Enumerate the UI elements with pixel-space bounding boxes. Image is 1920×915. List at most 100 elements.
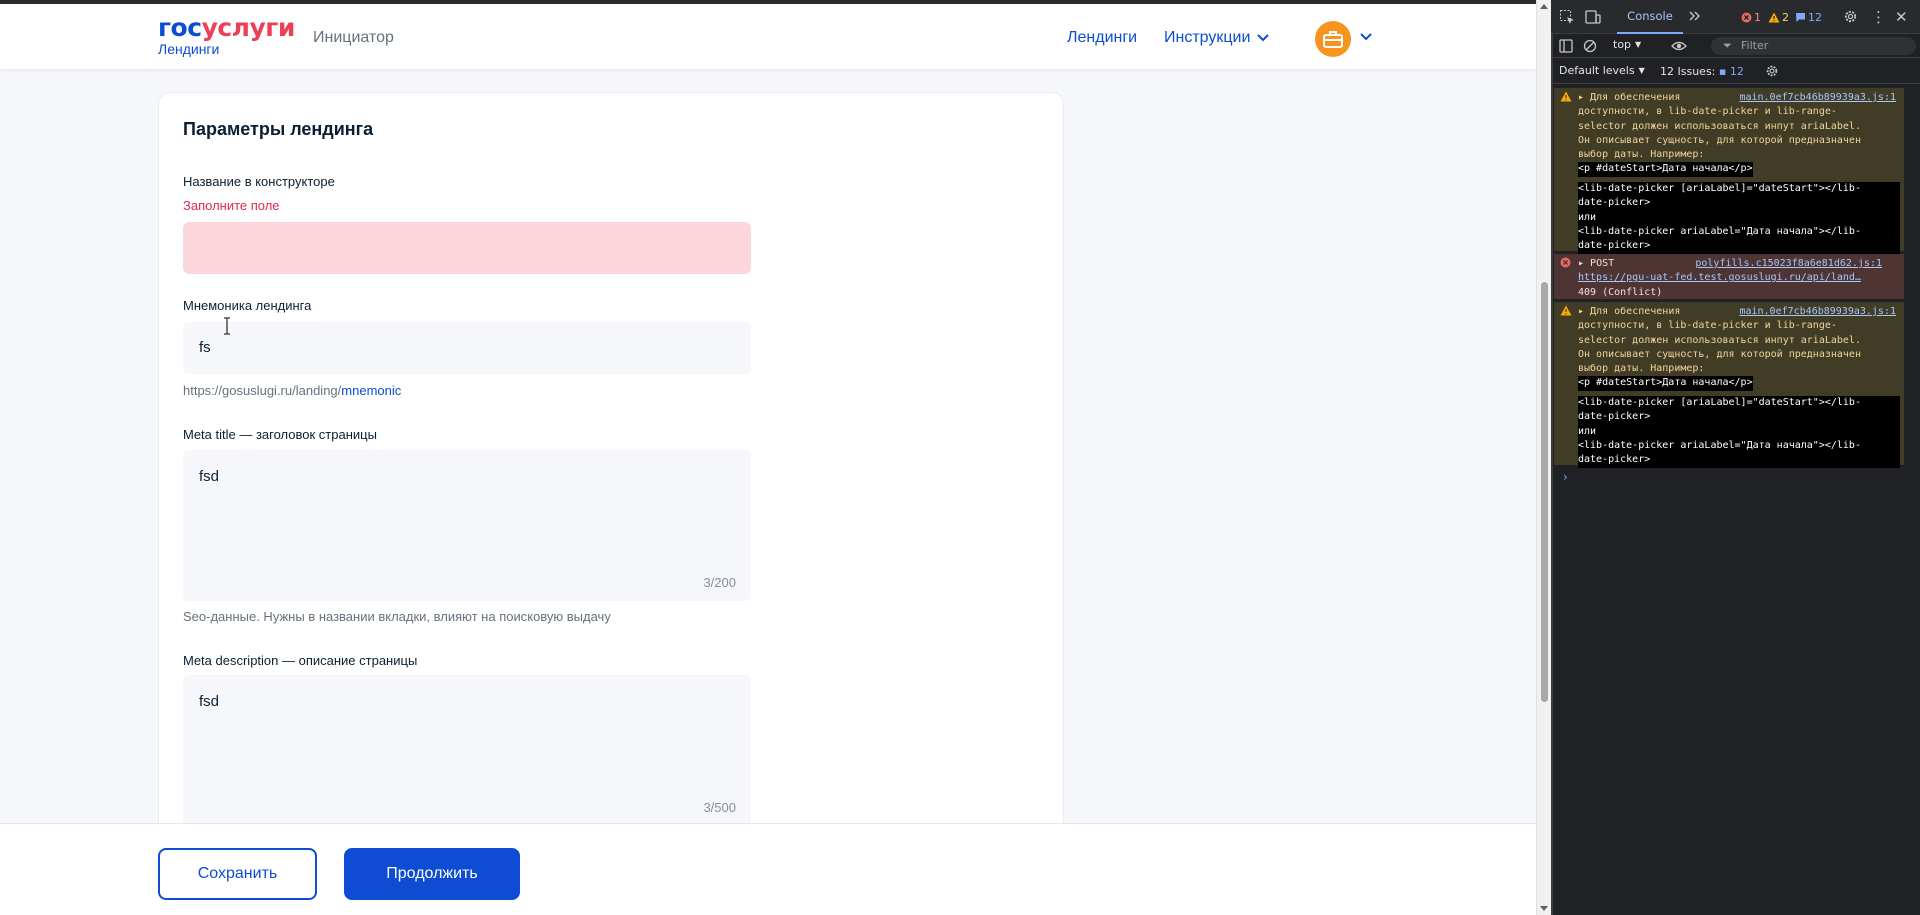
- console-message-warning[interactable]: main.0ef7cb46b89939a3.js:1 ▸ Для обеспеч…: [1554, 88, 1904, 254]
- meta-description-label: Meta description — описание страницы: [183, 653, 418, 668]
- settings-gear-icon[interactable]: [1843, 9, 1858, 28]
- issues-summary-badge: ▪ 12: [1718, 65, 1744, 78]
- meta-description-counter: 3/500: [703, 800, 736, 815]
- inspect-element-icon[interactable]: [1559, 9, 1575, 29]
- message-body: ▸ Для обеспечения доступности, в lib-dat…: [1578, 305, 1900, 468]
- url-mnemonic: mnemonic: [341, 383, 402, 398]
- issues-summary-count: 12: [1729, 65, 1744, 78]
- seo-hint: Seo-данные. Нужны в названии вкладки, вл…: [183, 609, 611, 624]
- console-prompt-chevron-icon[interactable]: ›: [1563, 470, 1568, 484]
- message-code-line: или: [1578, 210, 1900, 225]
- meta-title-textarea[interactable]: fsd 3/200: [183, 450, 751, 601]
- message-line: доступности, в lib-date-picker и lib-ran…: [1578, 320, 1837, 332]
- message-code-line: date-picker>: [1578, 196, 1900, 211]
- device-toolbar-icon[interactable]: [1585, 9, 1601, 29]
- meta-description-value: fsd: [199, 693, 220, 710]
- page-scrollbar[interactable]: [1536, 0, 1551, 915]
- message-line: selector должен использоваться инпут ari…: [1578, 120, 1861, 132]
- devtools-tabbar: Console 1 2 12 ⋮ ✕: [1551, 0, 1920, 34]
- warning-count-badge[interactable]: 2: [1768, 11, 1789, 24]
- warning-count: 2: [1782, 11, 1789, 24]
- message-text: Для обеспечения: [1590, 306, 1681, 317]
- message-code-line: <p #dateStart>Дата начала</p>: [1578, 376, 1753, 391]
- nav-landings-link[interactable]: Лендинги: [1067, 29, 1137, 47]
- meta-description-textarea[interactable]: fsd 3/500: [183, 675, 751, 826]
- message-line: выбор даты. Например:: [1578, 149, 1705, 161]
- message-body: ▸ Для обеспечения доступности, в lib-dat…: [1578, 91, 1900, 254]
- devtools-panel: Console 1 2 12 ⋮ ✕ top ▼ ⏷ Filter Defaul…: [1551, 0, 1920, 915]
- error-count: 1: [1754, 11, 1761, 24]
- message-code-line: date-picker>: [1578, 410, 1900, 425]
- logo-part-uslugi: услуги: [201, 13, 296, 42]
- issues-count-badge[interactable]: 12: [1795, 11, 1822, 24]
- meta-title-value: fsd: [199, 468, 220, 485]
- close-devtools-icon[interactable]: ✕: [1895, 8, 1908, 26]
- site-header: госуслуги Лендинги Инициатор Лендинги Ин…: [0, 4, 1536, 69]
- message-code-line: <lib-date-picker [ariaLabel]="dateStart"…: [1578, 396, 1900, 411]
- live-expression-eye-icon[interactable]: [1671, 39, 1687, 57]
- nav-instructions-dropdown[interactable]: Инструкции: [1164, 29, 1270, 47]
- landing-params-card: Параметры лендинга Название в конструкто…: [158, 92, 1064, 852]
- logo-subtitle: Лендинги: [158, 41, 220, 57]
- message-code-line: date-picker>: [1578, 453, 1900, 468]
- request-method: POST: [1590, 258, 1615, 269]
- message-body: ▸ POST https://pgu-uat-fed.test.gosuslug…: [1578, 257, 1900, 300]
- scrollbar-thumb[interactable]: [1541, 282, 1548, 702]
- message-line: доступности, в lib-date-picker и lib-ran…: [1578, 106, 1837, 118]
- logo-part-gos: гос: [158, 13, 202, 42]
- issues-summary[interactable]: 12 Issues: ▪ 12: [1660, 65, 1744, 78]
- error-circle-icon: [1741, 12, 1752, 23]
- filter-placeholder: Filter: [1741, 39, 1769, 52]
- devtools-divider[interactable]: [1551, 0, 1553, 915]
- message-line: Он описывает сущность, для которой предн…: [1578, 348, 1861, 360]
- message-code-line: <lib-date-picker ariaLabel="Дата начала"…: [1578, 438, 1900, 454]
- sidebar-toggle-icon[interactable]: [1559, 39, 1573, 57]
- message-line: выбор даты. Например:: [1578, 363, 1705, 375]
- more-tabs-icon[interactable]: [1688, 9, 1702, 27]
- message-line: Он описывает сущность, для которой предн…: [1578, 134, 1861, 146]
- continue-button[interactable]: Продолжить: [344, 848, 520, 900]
- message-line: ▸ POST: [1578, 258, 1615, 269]
- message-code-line: <p #dateStart>Дата начала</p>: [1578, 162, 1753, 177]
- context-value: top: [1613, 38, 1632, 51]
- meta-title-counter: 3/200: [703, 575, 736, 590]
- scroll-down-arrow-icon[interactable]: [1540, 906, 1548, 911]
- warning-triangle-icon: [1768, 12, 1780, 23]
- filter-funnel-icon: ⏷: [1723, 39, 1732, 52]
- log-levels-dropdown[interactable]: Default levels ▼: [1559, 64, 1645, 77]
- console-message-error[interactable]: polyfills.c15023f8a6e81d62.js:1 ▸ POST h…: [1554, 254, 1904, 299]
- mnemonic-input[interactable]: fs: [183, 322, 751, 374]
- message-line: ▸ Для обеспечения: [1578, 92, 1681, 103]
- message-code-line: date-picker>: [1578, 239, 1900, 254]
- console-filter-input[interactable]: ⏷ Filter: [1711, 37, 1916, 55]
- context-selector[interactable]: top ▼: [1613, 38, 1641, 51]
- user-menu-chevron-icon[interactable]: [1359, 32, 1373, 42]
- issues-count: 12: [1808, 11, 1822, 24]
- nav-instructions-label: Инструкции: [1164, 29, 1251, 46]
- message-icon: [1796, 13, 1805, 22]
- request-url-link[interactable]: https://pgu-uat-fed.test.gosuslugi.ru/ap…: [1578, 271, 1900, 285]
- user-avatar-briefcase-icon[interactable]: [1315, 21, 1351, 57]
- gosuslugi-logo[interactable]: госуслуги Лендинги: [158, 13, 296, 58]
- form-footer: Сохранить Продолжить: [0, 823, 1536, 915]
- name-input[interactable]: [183, 222, 751, 274]
- console-message-warning[interactable]: main.0ef7cb46b89939a3.js:1 ▸ Для обеспеч…: [1554, 302, 1904, 468]
- save-button[interactable]: Сохранить: [158, 848, 317, 900]
- warning-triangle-icon: [1560, 305, 1572, 316]
- landing-editor-page: госуслуги Лендинги Инициатор Лендинги Ин…: [0, 4, 1536, 915]
- more-options-kebab-icon[interactable]: ⋮: [1871, 8, 1886, 26]
- message-code-line: или: [1578, 424, 1900, 439]
- console-toolbar: top ▼ ⏷ Filter: [1551, 34, 1920, 58]
- issues-summary-label: 12 Issues:: [1660, 65, 1716, 78]
- tab-console[interactable]: Console: [1617, 0, 1683, 34]
- message-code-line: <lib-date-picker [ariaLabel]="dateStart"…: [1578, 182, 1900, 197]
- mnemonic-input-value: fs: [199, 339, 211, 356]
- clear-console-icon[interactable]: [1583, 39, 1597, 57]
- console-settings-gear-icon[interactable]: [1765, 64, 1779, 82]
- error-count-badge[interactable]: 1: [1741, 11, 1761, 24]
- message-text: Для обеспечения: [1590, 92, 1681, 103]
- scroll-up-arrow-icon[interactable]: [1540, 4, 1548, 9]
- landing-url-hint: https://gosuslugi.ru/landing/mnemonic: [183, 383, 401, 398]
- message-code-line: <lib-date-picker ariaLabel="Дата начала"…: [1578, 224, 1900, 240]
- name-field-label: Название в конструкторе: [183, 174, 335, 189]
